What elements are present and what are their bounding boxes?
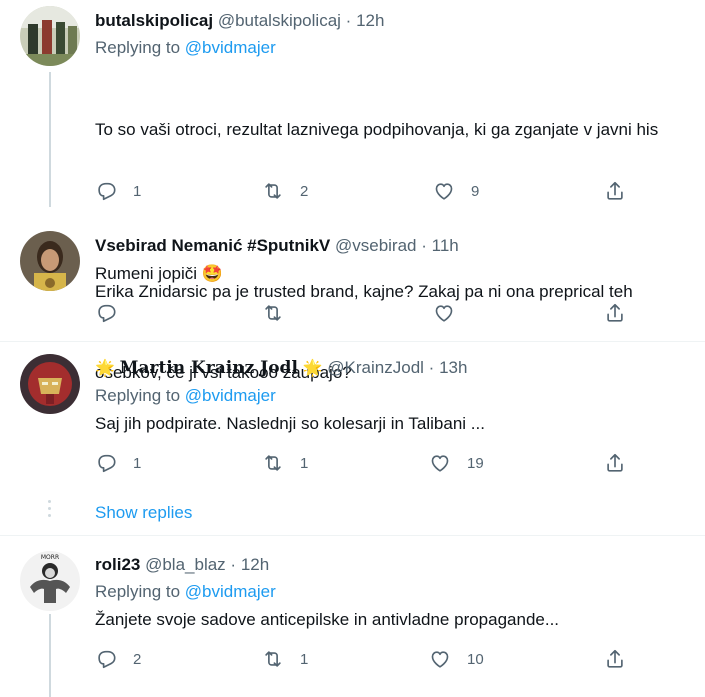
- retweet-icon: [262, 648, 284, 670]
- timestamp[interactable]: 12h: [241, 555, 269, 574]
- avatar[interactable]: [20, 231, 80, 291]
- replying-prefix: Replying to: [95, 386, 181, 405]
- share-button[interactable]: [604, 452, 626, 474]
- retweet-count: 1: [300, 650, 309, 668]
- author-name[interactable]: roli23: [95, 555, 140, 574]
- share-button[interactable]: [604, 180, 626, 202]
- star-emoji-icon: 🌟: [95, 360, 115, 377]
- separator: ·: [421, 236, 427, 255]
- reply-icon: [95, 648, 117, 670]
- replying-to: Replying to @bvidmajer: [95, 581, 276, 603]
- share-icon: [604, 648, 626, 670]
- like-count: 9: [471, 182, 480, 200]
- share-icon: [604, 452, 626, 474]
- retweet-icon: [262, 180, 284, 202]
- reply-count: 1: [133, 182, 142, 200]
- author-name[interactable]: Martin Krainz Jodl: [120, 358, 298, 378]
- avatar[interactable]: [20, 354, 80, 414]
- like-count: 10: [467, 650, 484, 668]
- author-handle[interactable]: @bla_blaz: [145, 555, 226, 574]
- heart-icon: [433, 302, 455, 324]
- share-button[interactable]: [604, 302, 626, 324]
- retweet-icon: [262, 452, 284, 474]
- reply-button[interactable]: 1: [95, 452, 141, 474]
- separator: ·: [345, 11, 352, 30]
- retweet-button[interactable]: [262, 302, 284, 324]
- mention-link[interactable]: @bvidmajer: [185, 582, 276, 601]
- tweet-header: 🌟 Martin Krainz Jodl 🌟 @KrainzJodl · 13h: [95, 357, 467, 380]
- author-handle[interactable]: @vsebirad: [335, 236, 417, 255]
- tweet-text: Saj jih podpirate. Naslednji so kolesarj…: [95, 414, 485, 433]
- svg-text:MORR: MORR: [41, 554, 59, 561]
- heart-icon: [433, 180, 455, 202]
- retweet-button[interactable]: 2: [262, 180, 308, 202]
- star-emoji-icon: 🌟: [302, 360, 323, 377]
- reply-icon: [95, 180, 117, 202]
- tweet[interactable]: 🌟 Martin Krainz Jodl 🌟 @KrainzJodl · 13h…: [0, 342, 705, 535]
- retweet-count: 2: [300, 182, 309, 200]
- author-name[interactable]: butalskipolicaj: [95, 11, 213, 30]
- tweet-text: Rumeni jopiči 🤩: [95, 264, 223, 283]
- like-button[interactable]: 9: [433, 180, 479, 202]
- like-count: 19: [467, 454, 484, 472]
- reply-icon: [95, 452, 117, 474]
- like-button[interactable]: 10: [429, 648, 484, 670]
- mention-link[interactable]: @bvidmajer: [185, 38, 276, 57]
- share-button[interactable]: [604, 648, 626, 670]
- tweet-header: Vsebirad Nemanić #SputnikV @vsebirad · 1…: [95, 235, 459, 257]
- thread-dots: [48, 500, 52, 521]
- like-button[interactable]: [433, 302, 455, 324]
- author-handle[interactable]: @butalskipolicaj: [218, 11, 341, 30]
- reply-icon: [95, 302, 117, 324]
- tweet-actions: 1 1 19: [95, 452, 635, 476]
- like-button[interactable]: 19: [429, 452, 484, 474]
- timestamp[interactable]: 11h: [432, 236, 459, 255]
- tweet-actions: 2 1 10: [95, 648, 635, 672]
- share-icon: [604, 180, 626, 202]
- tweet-text: Žanjete svoje sadove anticepilske in ant…: [95, 610, 560, 629]
- tweet-text-line: To so vaši otroci, rezultat laznivega po…: [95, 120, 659, 139]
- replying-to: Replying to @bvidmajer: [95, 385, 276, 407]
- replying-prefix: Replying to: [95, 38, 181, 57]
- tweet-actions: 1 2 9: [95, 180, 635, 204]
- replying-prefix: Replying to: [95, 582, 181, 601]
- reply-button[interactable]: 1: [95, 180, 141, 202]
- retweet-button[interactable]: 1: [262, 452, 308, 474]
- mention-link[interactable]: @bvidmajer: [185, 386, 276, 405]
- retweet-icon: [262, 302, 284, 324]
- tweet[interactable]: Vsebirad Nemanić #SputnikV @vsebirad · 1…: [0, 225, 705, 340]
- tweet[interactable]: butalskipolicaj @butalskipolicaj · 12h R…: [0, 0, 705, 382]
- reply-count: 1: [133, 454, 142, 472]
- tweet-header: roli23 @bla_blaz · 12h: [95, 554, 269, 576]
- heart-icon: [429, 452, 451, 474]
- heart-icon: [429, 648, 451, 670]
- replying-to: Replying to @bvidmajer: [95, 37, 276, 59]
- timestamp[interactable]: 12h: [356, 11, 384, 30]
- show-replies-link[interactable]: Show replies: [95, 503, 192, 523]
- author-handle[interactable]: @KrainzJodl: [327, 358, 424, 377]
- tweet[interactable]: MORR roli23 @bla_blaz · 12h Replying to …: [0, 536, 705, 697]
- separator: ·: [428, 358, 435, 377]
- avatar[interactable]: MORR: [20, 551, 80, 611]
- avatar[interactable]: [20, 6, 80, 66]
- author-name[interactable]: Vsebirad Nemanić #SputnikV: [95, 236, 330, 255]
- separator: ·: [230, 555, 237, 574]
- retweet-count: 1: [300, 454, 309, 472]
- reply-button[interactable]: [95, 302, 117, 324]
- tweet-actions: [95, 302, 635, 326]
- tweet-header: butalskipolicaj @butalskipolicaj · 12h: [95, 10, 384, 32]
- share-icon: [604, 302, 626, 324]
- reply-button[interactable]: 2: [95, 648, 141, 670]
- retweet-button[interactable]: 1: [262, 648, 308, 670]
- reply-count: 2: [133, 650, 142, 668]
- timestamp[interactable]: 13h: [439, 358, 467, 377]
